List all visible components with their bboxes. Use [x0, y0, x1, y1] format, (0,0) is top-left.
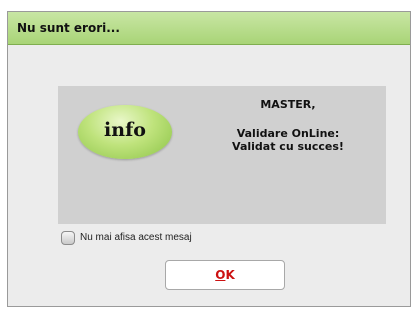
info-badge-label: info [104, 119, 146, 141]
message-line-1: Validare OnLine: [236, 127, 340, 140]
ok-button-label: K [225, 268, 235, 282]
dialog-title: Nu sunt erori... [17, 21, 120, 35]
message-user: MASTER, [260, 98, 316, 111]
message-panel: info MASTER, Validare OnLine: Validat cu… [58, 86, 386, 224]
dialog-titlebar: Nu sunt erori... [8, 12, 410, 45]
dont-show-again-label: Nu mai afisa acest mesaj [80, 232, 192, 243]
ok-button-mnemonic: O [215, 268, 226, 282]
info-badge-icon: info [78, 105, 172, 159]
dont-show-again-checkbox[interactable] [61, 231, 75, 245]
message-line-2: Validat cu succes! [232, 140, 344, 153]
dialog-window: Nu sunt erori... info MASTER, Validare O… [7, 11, 411, 307]
ok-button[interactable]: OK [165, 260, 285, 290]
